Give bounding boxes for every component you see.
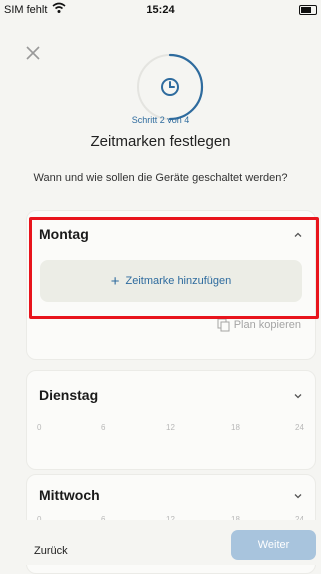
step-progress-ring (137, 53, 204, 121)
day-title: Dienstag (39, 387, 99, 403)
add-timestamp-label: Zeitmarke hinzufügen (125, 275, 232, 287)
add-timestamp-button[interactable]: + Zeitmarke hinzufügen (40, 260, 302, 302)
battery-icon (299, 5, 317, 15)
hour-tick: 0 (37, 423, 42, 432)
hour-tick: 18 (231, 423, 240, 432)
day-card-montag: Montag + Zeitmarke hinzufügen Plan kopie… (26, 210, 316, 360)
back-button[interactable]: Zurück (34, 545, 68, 557)
next-button[interactable]: Weiter (231, 530, 316, 560)
chevron-down-icon[interactable] (291, 489, 305, 503)
copy-plan-button[interactable]: Plan kopieren (217, 318, 301, 332)
day-title: Mittwoch (39, 487, 100, 503)
copy-plan-label: Plan kopieren (233, 319, 301, 331)
plus-icon: + (110, 272, 120, 290)
chevron-up-icon[interactable] (291, 228, 305, 242)
day-title[interactable]: Montag (39, 226, 89, 242)
page-title: Zeitmarken festlegen (90, 133, 231, 150)
day-card-dienstag[interactable]: Dienstag 0 6 12 18 24 (26, 370, 316, 470)
status-time: 15:24 (146, 4, 175, 16)
page-subtitle: Wann und wie sollen die Geräte geschalte… (33, 172, 288, 184)
hour-tick: 24 (295, 423, 304, 432)
step-label: Schritt 2 von 4 (131, 115, 190, 125)
close-icon[interactable] (24, 44, 42, 62)
chevron-down-icon[interactable] (291, 389, 305, 403)
hour-tick: 12 (166, 423, 175, 432)
copy-icon (217, 318, 230, 332)
status-bar: SIM fehlt 15:24 (0, 0, 321, 20)
hour-tick: 6 (101, 423, 106, 432)
clock-icon (161, 78, 179, 96)
